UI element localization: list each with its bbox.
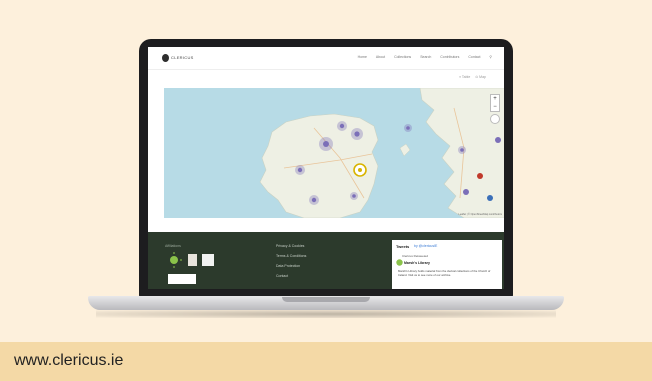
zoom-control: + −	[490, 94, 500, 112]
isle-of-man	[399, 143, 411, 157]
footer-link-privacy[interactable]: Privacy & Cookies	[276, 244, 306, 248]
nav-item-contributors[interactable]: Contributors	[440, 55, 459, 59]
affiliation-logos	[166, 252, 224, 289]
nav-item-about[interactable]: About	[376, 55, 385, 59]
site-header: CLERICUS Home About Collections Search C…	[148, 47, 504, 69]
crest-logo-icon[interactable]	[188, 254, 197, 266]
map-marker[interactable]	[337, 121, 347, 131]
laptop-shadow	[96, 310, 556, 318]
main-nav: Home About Collections Search Contributo…	[358, 55, 492, 59]
locate-icon[interactable]	[490, 114, 500, 124]
footer-link-data[interactable]: Data Protection	[276, 264, 306, 268]
footer-links: Privacy & Cookies Terms & Conditions Dat…	[276, 244, 306, 284]
logo-text: CLERICUS	[171, 55, 194, 60]
footer-heading: Affiliations	[165, 244, 181, 248]
footer-link-terms[interactable]: Terms & Conditions	[276, 254, 306, 258]
view-toggle: ≡ Table ⊙ Map	[459, 75, 486, 79]
logo-icon	[162, 54, 169, 62]
map-marker[interactable]	[458, 146, 466, 154]
map-area[interactable]: + − Leaflet | © OpenStreetMap contributo…	[164, 88, 504, 218]
map-marker[interactable]	[351, 128, 363, 140]
map-attribution: Leaflet | © OpenStreetMap contributors	[458, 213, 503, 216]
map-view-toggle[interactable]: ⊙ Map	[475, 75, 486, 79]
retweet-source: Clericus Retweeted	[402, 254, 429, 258]
map-marker[interactable]	[463, 189, 469, 195]
tweet-text: Marsh's Library holds material from the …	[398, 269, 491, 277]
map-marker[interactable]	[319, 137, 333, 151]
twitter-widget[interactable]: Tweets by @clericusIE Clericus Retweeted…	[392, 240, 502, 289]
view-bar: ≡ Table ⊙ Map	[148, 69, 504, 86]
tweets-title: Tweets	[396, 244, 410, 249]
avatar	[396, 259, 403, 266]
site-url-caption: www.clericus.ie	[14, 352, 124, 369]
sun-logo-icon[interactable]	[166, 252, 182, 268]
table-view-toggle[interactable]: ≡ Table	[459, 75, 470, 79]
laptop-notch	[282, 297, 370, 302]
laptop-screen: CLERICUS Home About Collections Search C…	[148, 47, 504, 289]
map-marker[interactable]	[295, 165, 305, 175]
map-canvas	[259, 88, 504, 218]
nav-item-search[interactable]: Search	[420, 55, 431, 59]
map-marker-selected[interactable]	[353, 163, 367, 177]
search-icon[interactable]: ⚲	[489, 55, 492, 59]
map-marker[interactable]	[309, 195, 319, 205]
tweet-author[interactable]: Marsh's Library	[404, 261, 430, 265]
partner-logo-icon[interactable]	[168, 274, 196, 284]
map-marker[interactable]	[404, 124, 412, 132]
nav-item-contact[interactable]: Contact	[468, 55, 480, 59]
map-marker[interactable]	[495, 137, 501, 143]
tweets-handle[interactable]: by @clericusIE	[414, 244, 437, 248]
map-marker[interactable]	[350, 192, 358, 200]
site-footer: Affiliations Privacy & Cookies Terms & C…	[148, 232, 504, 289]
map-marker[interactable]	[477, 173, 483, 179]
zoom-out-button[interactable]: −	[491, 103, 499, 111]
footer-link-contact[interactable]: Contact	[276, 274, 306, 278]
nav-item-home[interactable]: Home	[358, 55, 367, 59]
zoom-in-button[interactable]: +	[491, 95, 499, 103]
map-marker[interactable]	[487, 195, 493, 201]
nav-item-collections[interactable]: Collections	[394, 55, 411, 59]
diamond-logo-icon[interactable]	[202, 254, 214, 266]
site-logo[interactable]: CLERICUS	[162, 54, 194, 62]
